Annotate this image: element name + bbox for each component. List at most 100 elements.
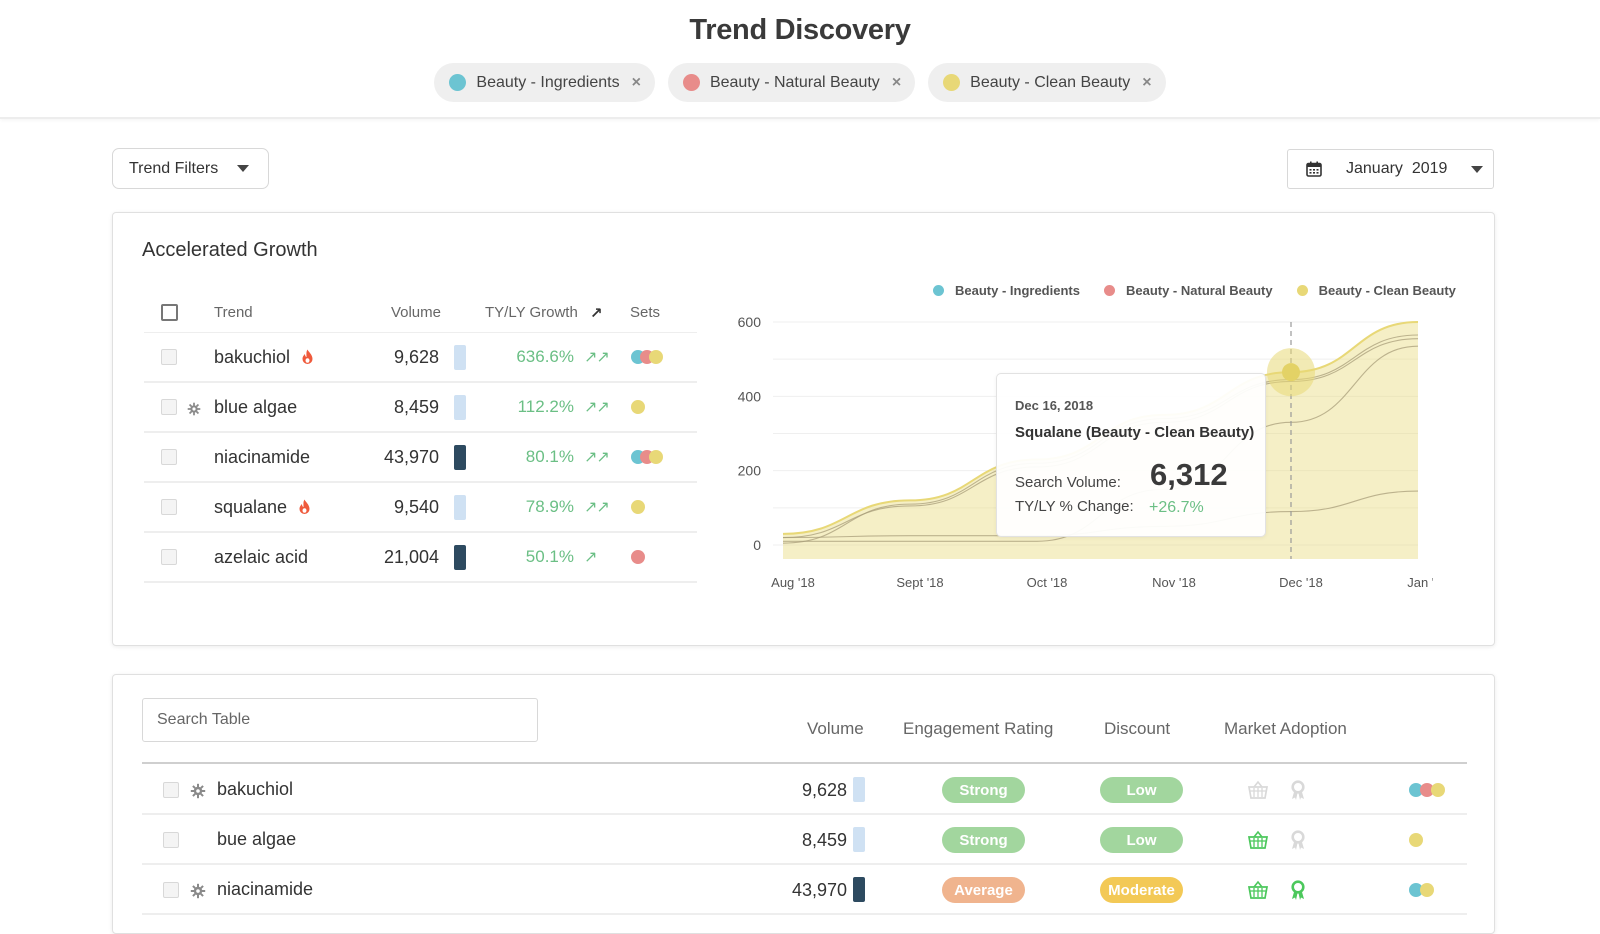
chip-label: Beauty - Clean Beauty	[970, 73, 1131, 91]
row-checkbox[interactable]	[161, 449, 177, 465]
volume-value: 8,459	[801, 830, 847, 850]
sets-dots	[1409, 783, 1445, 797]
table-row[interactable]: niacinamide 43,970 Average Moderate	[142, 865, 1467, 915]
search-table-input[interactable]	[142, 698, 538, 742]
header-bar: Trend Discovery Beauty - Ingredients × B…	[0, 0, 1600, 119]
trend-name: squalane	[214, 496, 288, 517]
row-checkbox[interactable]	[161, 399, 177, 415]
chip-label: Beauty - Natural Beauty	[709, 73, 880, 91]
volume-bar	[853, 827, 865, 852]
set-clean-dot-icon	[631, 400, 645, 414]
set-clean-dot-icon	[631, 500, 645, 514]
row-checkbox[interactable]	[161, 349, 177, 365]
chip-label: Beauty - Ingredients	[476, 73, 620, 91]
row-checkbox[interactable]	[163, 882, 179, 898]
trend-name[interactable]: bue algae	[217, 829, 296, 850]
volume-bar	[454, 444, 466, 470]
trend-name: azelaic acid	[214, 546, 309, 567]
calendar-icon	[1306, 161, 1322, 177]
gear-icon[interactable]	[190, 783, 206, 799]
basket-icon	[1247, 879, 1269, 901]
trend-name-cell[interactable]: bakuchiol	[214, 347, 314, 368]
growth-value: 112.2%	[517, 397, 574, 416]
trend-name-cell[interactable]: squalane	[214, 497, 311, 518]
date-label: January 2019	[1346, 160, 1448, 177]
legend-item-clean-beauty[interactable]: Beauty - Clean Beauty	[1296, 283, 1456, 298]
row-checkbox[interactable]	[163, 782, 179, 798]
sort-arrow-icon[interactable]: ↗	[590, 304, 603, 322]
tooltip-series-name: Squalane (Beauty - Clean Beauty)	[1015, 424, 1255, 441]
table-row[interactable]: niacinamide 43,970 80.1% ↗↗	[144, 433, 697, 483]
natural-dot-icon	[682, 74, 700, 91]
trend-name-cell[interactable]: azelaic acid	[214, 547, 308, 568]
growth-arrows-icon: ↗	[584, 549, 597, 566]
row-checkbox[interactable]	[163, 832, 179, 848]
column-growth[interactable]: TY/LY Growth ↗	[485, 304, 602, 322]
x-tick-label: Jan '19	[1407, 575, 1433, 590]
sets-dots	[1409, 883, 1434, 897]
award-icon	[1287, 879, 1309, 901]
header-divider	[142, 762, 1467, 764]
row-checkbox[interactable]	[161, 549, 177, 565]
legend-item-ingredients[interactable]: Beauty - Ingredients	[933, 283, 1080, 298]
trend-name-cell[interactable]: niacinamide	[214, 447, 310, 468]
table-row[interactable]: squalane 9,540 78.9% ↗↗	[144, 483, 697, 533]
x-tick-label: Dec '18	[1279, 575, 1323, 590]
volume-value: 43,970	[383, 446, 439, 467]
chip-beauty-clean-beauty[interactable]: Beauty - Clean Beauty ×	[928, 63, 1166, 102]
award-icon	[1287, 829, 1309, 851]
x-tick-label: Sept '18	[896, 575, 943, 590]
y-tick-label: 400	[738, 388, 762, 404]
tooltip-change: +26.7%	[1149, 499, 1204, 516]
column-volume[interactable]: Volume	[391, 304, 441, 321]
trend-filters-dropdown[interactable]: Trend Filters	[112, 148, 269, 189]
column-market-adoption[interactable]: Market Adoption	[1224, 719, 1347, 739]
growth-arrows-icon: ↗↗	[584, 449, 610, 466]
column-discount[interactable]: Discount	[1104, 719, 1170, 739]
table-row[interactable]: blue algae 8,459 112.2% ↗↗	[144, 383, 697, 433]
trend-name-cell[interactable]: blue algae	[214, 397, 297, 418]
row-checkbox[interactable]	[161, 499, 177, 515]
select-all-checkbox[interactable]	[161, 304, 178, 321]
legend-item-natural-beauty[interactable]: Beauty - Natural Beauty	[1103, 283, 1273, 298]
chip-beauty-natural-beauty[interactable]: Beauty - Natural Beauty ×	[667, 63, 916, 102]
column-engagement-rating[interactable]: Engagement Rating	[903, 719, 1053, 739]
column-volume[interactable]: Volume	[807, 719, 864, 739]
tooltip-date: Dec 16, 2018	[1015, 398, 1094, 413]
close-icon[interactable]: ×	[1142, 74, 1151, 92]
column-trend[interactable]: Trend	[214, 304, 253, 321]
table-row[interactable]: bakuchiol 9,628 636.6% ↗↗	[144, 333, 697, 383]
table-row[interactable]: bue algae 8,459 Strong Low	[142, 815, 1467, 865]
volume-value: 9,540	[393, 496, 439, 517]
set-clean-dot-icon	[649, 450, 663, 464]
category-chips: Beauty - Ingredients × Beauty - Natural …	[0, 63, 1600, 102]
chip-beauty-ingredients[interactable]: Beauty - Ingredients ×	[434, 63, 655, 102]
sets-dots	[631, 450, 663, 464]
trend-name[interactable]: niacinamide	[217, 879, 313, 900]
close-icon[interactable]: ×	[632, 74, 641, 92]
set-clean-dot-icon	[649, 350, 663, 364]
close-icon[interactable]: ×	[892, 74, 901, 92]
volume-value: 21,004	[383, 546, 439, 567]
tooltip-change-label: TY/LY % Change:	[1015, 498, 1134, 515]
page-title: Trend Discovery	[689, 14, 911, 46]
legend-label: Beauty - Natural Beauty	[1125, 283, 1273, 298]
date-picker-dropdown[interactable]: January 2019	[1287, 149, 1494, 189]
table-row[interactable]: azelaic acid 21,004 50.1% ↗	[144, 533, 697, 583]
accelerated-growth-table: Trend Volume TY/LY Growth ↗ Sets bakuchi…	[144, 293, 697, 583]
volume-bar	[853, 777, 865, 802]
trend-name[interactable]: bakuchiol	[217, 779, 293, 800]
clean-dot-icon	[943, 74, 961, 91]
card-title: Accelerated Growth	[142, 239, 318, 261]
gear-icon[interactable]	[190, 883, 206, 899]
engagement-badge: Strong	[942, 827, 1025, 853]
volume-value: 9,628	[393, 346, 439, 367]
chart-legend: Beauty - Ingredients Beauty - Natural Be…	[933, 283, 1456, 298]
table-row[interactable]: bakuchiol 9,628 Strong Low	[142, 765, 1467, 815]
gear-icon[interactable]	[187, 400, 201, 416]
growth-value: 636.6%	[516, 347, 574, 366]
x-tick-label: Oct '18	[1027, 575, 1068, 590]
flame-icon	[298, 499, 311, 515]
x-tick-label: Aug '18	[771, 575, 815, 590]
sets-dots	[631, 400, 645, 414]
